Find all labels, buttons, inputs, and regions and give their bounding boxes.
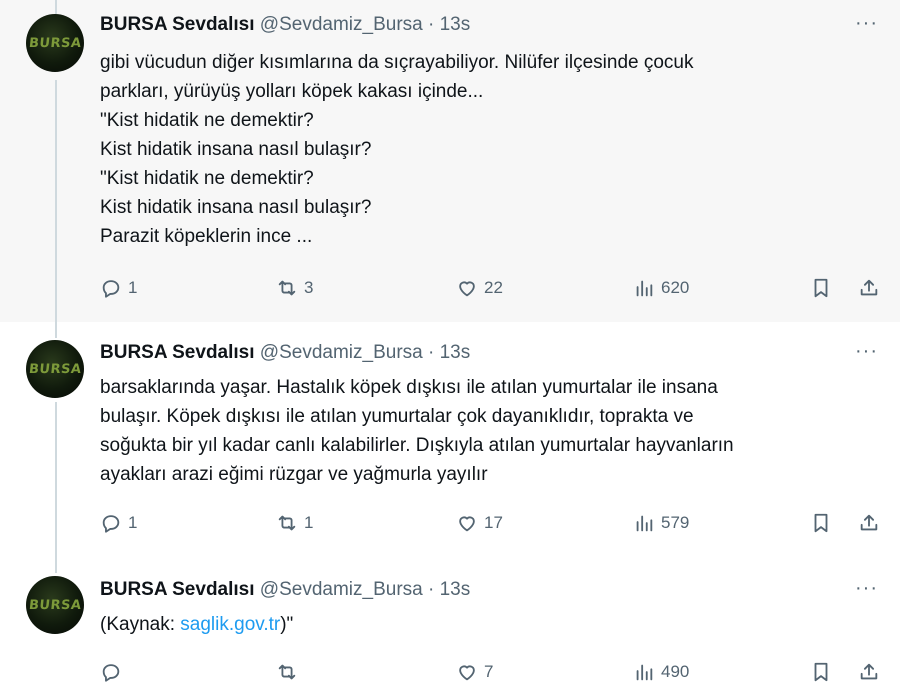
timestamp[interactable]: 13s xyxy=(440,579,471,600)
author-handle[interactable]: @Sevdamiz_Bursa xyxy=(260,14,423,35)
tweet-text-line: "Kist hidatik ne demektir? xyxy=(100,110,314,131)
share-icon xyxy=(860,514,878,531)
tweet-text-line: Parazit köpeklerin ince ... xyxy=(100,226,313,247)
separator-dot: · xyxy=(428,14,435,35)
like-button[interactable]: 7 xyxy=(456,661,493,683)
tweet-text: gibi vücudun diğer kısımlarına da sıçray… xyxy=(100,48,880,251)
reply-count: 1 xyxy=(128,513,138,532)
tweet-text-line: (Kaynak: saglik.gov.tr)" xyxy=(100,610,880,639)
views-button[interactable]: 620 xyxy=(633,277,689,299)
repost-icon xyxy=(278,280,296,296)
reply-icon xyxy=(102,515,120,533)
repost-count: 3 xyxy=(304,278,314,297)
avatar[interactable]: BURSA xyxy=(26,340,84,398)
action-bar: 1 3 22 620 xyxy=(100,277,890,307)
views-icon xyxy=(636,515,653,532)
reply-button[interactable] xyxy=(100,661,128,683)
reply-button[interactable]: 1 xyxy=(100,277,137,299)
view-count: 490 xyxy=(661,662,690,681)
share-button[interactable] xyxy=(858,277,880,299)
like-icon xyxy=(459,281,475,297)
avatar[interactable]: BURSA xyxy=(26,576,84,634)
tweet-text-line: soğukta bir yıl kadar canlı kalabilirler… xyxy=(100,435,734,456)
views-icon xyxy=(636,280,653,297)
thread-line xyxy=(55,80,57,322)
tweet-text-prefix: (Kaynak: xyxy=(100,614,181,635)
avatar[interactable]: BURSA xyxy=(26,14,84,72)
bookmark-button[interactable] xyxy=(810,277,832,299)
tweet-header: BURSA Sevdalısı @Sevdamiz_Bursa · 13s xyxy=(100,342,470,364)
repost-icon xyxy=(278,515,296,531)
like-count: 7 xyxy=(484,662,494,681)
tweet-text-line: Kist hidatik insana nasıl bulaşır? xyxy=(100,139,372,160)
thread-line xyxy=(55,402,57,567)
action-bar: 1 1 17 579 xyxy=(100,512,890,542)
tweet-text-line: bulaşır. Köpek dışkısı ile atılan yumurt… xyxy=(100,406,694,427)
action-bar: 7 490 xyxy=(100,661,890,691)
tweet-text-line: gibi vücudun diğer kısımlarına da sıçray… xyxy=(100,52,694,73)
like-button[interactable]: 17 xyxy=(456,512,503,534)
reply-button[interactable]: 1 xyxy=(100,512,137,534)
tweet-header: BURSA Sevdalısı @Sevdamiz_Bursa · 13s xyxy=(100,579,470,601)
like-icon xyxy=(459,665,475,681)
thread-line xyxy=(55,322,57,338)
share-button[interactable] xyxy=(858,512,880,534)
views-button[interactable]: 579 xyxy=(633,512,689,534)
author-handle[interactable]: @Sevdamiz_Bursa xyxy=(260,579,423,600)
author-name[interactable]: BURSA Sevdalısı xyxy=(100,579,255,600)
timestamp[interactable]: 13s xyxy=(440,14,471,35)
tweet-text: (Kaynak: saglik.gov.tr)" xyxy=(100,610,880,639)
tweet-text-line: parkları, yürüyüş yolları köpek kakası i… xyxy=(100,81,484,102)
separator-dot: · xyxy=(428,342,435,363)
bookmark-button[interactable] xyxy=(810,512,832,534)
like-button[interactable]: 22 xyxy=(456,277,503,299)
bookmark-button[interactable] xyxy=(810,661,832,683)
separator-dot: · xyxy=(428,579,435,600)
like-count: 17 xyxy=(484,513,503,532)
timestamp[interactable]: 13s xyxy=(440,342,471,363)
author-handle[interactable]: @Sevdamiz_Bursa xyxy=(260,342,423,363)
author-name[interactable]: BURSA Sevdalısı xyxy=(100,14,255,35)
more-options-icon[interactable]: ··· xyxy=(855,340,878,363)
view-count: 620 xyxy=(661,278,690,297)
repost-count: 1 xyxy=(304,513,314,532)
avatar-logo-text: BURSA xyxy=(28,361,82,377)
repost-button[interactable]: 1 xyxy=(276,512,313,534)
more-options-icon[interactable]: ··· xyxy=(855,577,878,600)
tweet-header: BURSA Sevdalısı @Sevdamiz_Bursa · 13s xyxy=(100,14,470,36)
bookmark-icon xyxy=(814,513,828,533)
view-count: 579 xyxy=(661,513,690,532)
tweet[interactable]: BURSA BURSA Sevdalısı @Sevdamiz_Bursa · … xyxy=(0,567,900,695)
tweet-text: barsaklarında yaşar. Hastalık köpek dışk… xyxy=(100,373,880,489)
like-count: 22 xyxy=(484,278,503,297)
tweet-text-suffix: )" xyxy=(280,614,294,635)
avatar-logo-text: BURSA xyxy=(28,597,82,613)
bookmark-icon xyxy=(814,662,828,682)
repost-button[interactable]: 3 xyxy=(276,277,313,299)
thread-line xyxy=(55,567,57,573)
tweet-text-line: "Kist hidatik ne demektir? xyxy=(100,168,314,189)
source-link[interactable]: saglik.gov.tr xyxy=(180,614,280,635)
repost-button[interactable] xyxy=(276,661,304,683)
share-icon xyxy=(860,279,878,296)
tweet[interactable]: BURSA BURSA Sevdalısı @Sevdamiz_Bursa · … xyxy=(0,322,900,567)
more-options-icon[interactable]: ··· xyxy=(855,12,878,35)
reply-count: 1 xyxy=(128,278,138,297)
reply-icon xyxy=(102,280,120,298)
share-button[interactable] xyxy=(858,661,880,683)
tweet-text-line: ayakları arazi eğimi rüzgar ve yağmurla … xyxy=(100,464,488,485)
author-name[interactable]: BURSA Sevdalısı xyxy=(100,342,255,363)
share-icon xyxy=(860,663,878,680)
tweet-text-line: barsaklarında yaşar. Hastalık köpek dışk… xyxy=(100,377,718,398)
tweet-text-line: Kist hidatik insana nasıl bulaşır? xyxy=(100,197,372,218)
bookmark-icon xyxy=(814,278,828,298)
reply-icon xyxy=(102,664,120,682)
views-icon xyxy=(636,664,653,681)
repost-icon xyxy=(278,664,296,680)
tweet[interactable]: BURSA BURSA Sevdalısı @Sevdamiz_Bursa · … xyxy=(0,0,900,322)
avatar-logo-text: BURSA xyxy=(28,35,82,51)
views-button[interactable]: 490 xyxy=(633,661,689,683)
like-icon xyxy=(459,516,475,532)
